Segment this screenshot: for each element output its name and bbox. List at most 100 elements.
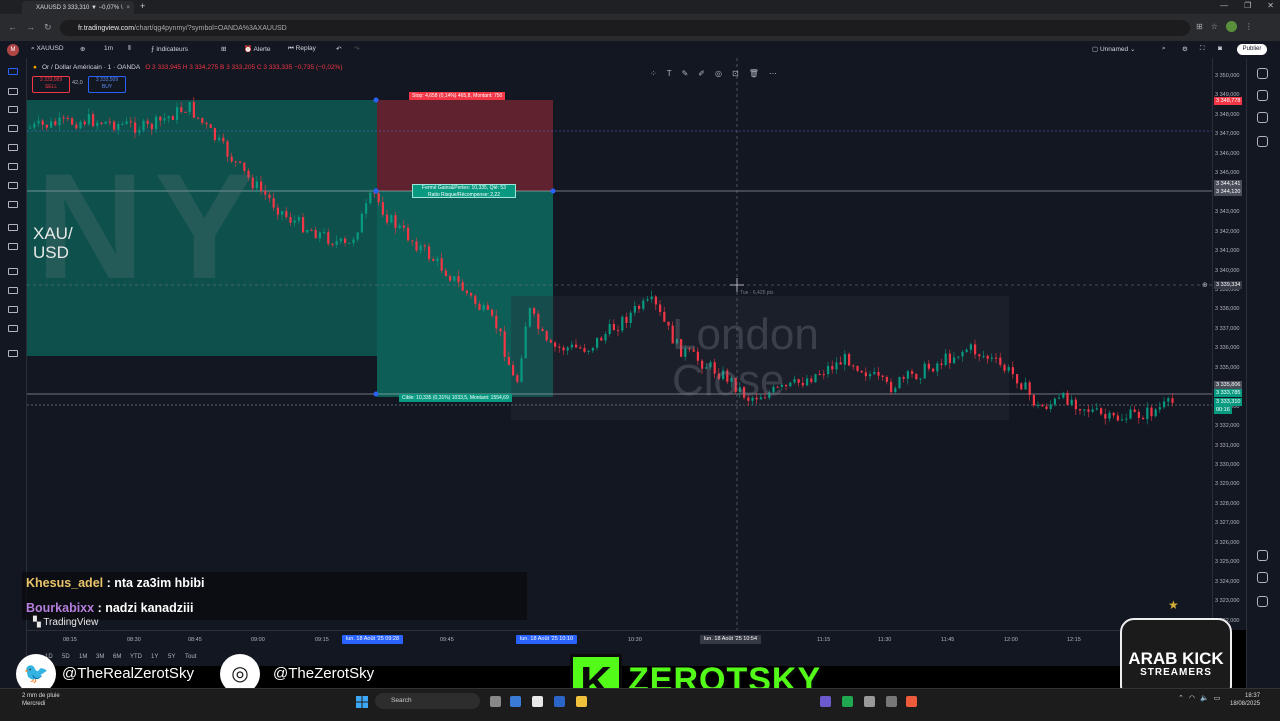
minimize-icon[interactable]: — <box>1220 1 1228 10</box>
alert-button[interactable]: ⏰ Alerte <box>244 45 271 53</box>
taskbar-clock[interactable]: 18:37 18/08/2025 <box>1230 692 1260 708</box>
taskbar-search[interactable]: Search <box>375 693 480 709</box>
calendar-icon[interactable] <box>1257 572 1268 583</box>
watchlist-icon[interactable] <box>1257 68 1268 79</box>
range-button[interactable]: 6M <box>113 654 121 660</box>
user-avatar[interactable]: M <box>7 44 19 56</box>
crosshair-plus-icon[interactable]: ⊕ <box>1202 281 1208 289</box>
chat-icon[interactable] <box>1257 136 1268 147</box>
file-explorer-icon[interactable] <box>576 696 587 707</box>
pencil-icon[interactable]: ✐ <box>698 69 705 78</box>
publish-button[interactable]: Publier <box>1237 44 1267 55</box>
bookmark-star-icon[interactable]: ☆ <box>1211 22 1218 31</box>
range-button[interactable]: YTD <box>130 654 142 660</box>
screenshot-camera-icon[interactable]: ◙ <box>1218 45 1222 52</box>
lock-drawing-tool-icon[interactable] <box>8 287 18 294</box>
wifi-icon[interactable]: ◠ <box>1189 694 1195 702</box>
profile-avatar[interactable] <box>1225 21 1237 32</box>
range-button[interactable]: 3M <box>96 654 104 660</box>
grid-icon[interactable]: ⁘ <box>650 69 657 78</box>
address-bar[interactable]: fr.tradingview.com/chart/qg4pynmy/?symbo… <box>60 20 1190 36</box>
text-icon[interactable]: T <box>667 69 672 78</box>
trendline-tool-icon[interactable] <box>8 88 18 95</box>
compare-add-icon[interactable]: ⊕ <box>80 45 85 53</box>
new-tab-button[interactable]: + <box>140 1 145 11</box>
magnet-tool-icon[interactable] <box>8 268 18 275</box>
price-tick: 3 332,000 <box>1215 423 1240 430</box>
pattern-tool-icon[interactable] <box>8 125 18 132</box>
close-tab-icon[interactable]: × <box>126 5 130 11</box>
maximize-icon[interactable]: ❐ <box>1244 1 1251 10</box>
discord-icon[interactable] <box>820 696 831 707</box>
apps-grid-icon[interactable] <box>1257 596 1268 607</box>
obs-icon[interactable] <box>864 696 875 707</box>
lock-icon[interactable]: ⊡ <box>732 69 739 78</box>
eye-icon[interactable]: ◎ <box>715 69 722 78</box>
forward-icon[interactable]: → <box>26 22 35 33</box>
take-profit-label[interactable]: Cible: 10,335 (0,31%) 1033,5, Montant: 1… <box>399 394 512 402</box>
range-button[interactable]: Tout <box>185 654 196 660</box>
sell-button[interactable]: 3 333,089 SELL <box>32 76 70 93</box>
brush-tool-icon[interactable] <box>8 163 18 170</box>
fib-tool-icon[interactable] <box>8 106 18 113</box>
chrome-browser-icon[interactable] <box>532 696 543 707</box>
undo-icon[interactable]: ↶ <box>336 45 341 53</box>
translate-icon[interactable]: ⊞ <box>1196 22 1203 31</box>
forecast-tool-icon[interactable] <box>8 144 18 151</box>
icon-tool-icon[interactable] <box>8 201 18 208</box>
crosshair-tool-icon[interactable] <box>8 68 18 75</box>
tray-chevron-icon[interactable]: ⌃ <box>1178 694 1184 702</box>
replay-button[interactable]: ⏮ Replay <box>288 45 316 53</box>
range-button[interactable]: 1M <box>79 654 87 660</box>
zoom-tool-icon[interactable] <box>8 243 18 250</box>
more-icon[interactable]: ⋯ <box>769 69 777 78</box>
candle-type-icon[interactable]: ⫴ <box>128 45 131 53</box>
reload-icon[interactable]: ↻ <box>44 22 52 33</box>
target-icon[interactable] <box>1257 550 1268 561</box>
weather-widget[interactable]: 2 mm de pluie Mercredi <box>22 692 60 708</box>
ruler-tool-icon[interactable] <box>8 224 18 231</box>
close-window-icon[interactable]: ✕ <box>1267 1 1274 10</box>
templates-icon[interactable]: ⊞ <box>221 45 226 53</box>
app-icon[interactable] <box>906 696 917 707</box>
legend-title[interactable]: Or / Dollar Américain · 1 · OANDA <box>42 64 140 71</box>
time-axis[interactable]: 08:15 08:30 08:45 09:00 09:15 09:45 10:30 11:15… <box>27 630 1212 651</box>
stop-loss-label[interactable]: Stop: 4,658 (0,14%) 465,8, Montant: 750 <box>409 92 506 100</box>
indicators-button[interactable]: ⨍ Indicateurs <box>151 45 188 53</box>
edge-browser-icon[interactable] <box>510 696 521 707</box>
trash-icon[interactable]: 🗑 <box>749 69 759 78</box>
windows-start-icon[interactable] <box>356 696 368 708</box>
trash-icon[interactable] <box>8 350 18 357</box>
buy-button[interactable]: 3 333,509 BUY <box>88 76 126 93</box>
text-tool-icon[interactable] <box>8 182 18 189</box>
browser-menu-icon[interactable]: ⋮ <box>1245 22 1253 31</box>
browser-tab[interactable]: XAUUSD 3 333,310 ▼ −0,07% \ × <box>22 1 134 14</box>
settings-icon[interactable] <box>886 696 897 707</box>
volume-icon[interactable]: 🔈 <box>1200 694 1209 702</box>
brush-icon[interactable]: ✎ <box>682 69 689 78</box>
settings-gear-icon[interactable]: ⚙ <box>1182 45 1188 53</box>
back-icon[interactable]: ← <box>8 22 17 33</box>
range-button[interactable]: 1Y <box>151 654 158 660</box>
symbol-search[interactable]: ⌕ XAUUSD <box>31 45 64 53</box>
app-icon[interactable] <box>554 696 565 707</box>
layout-button[interactable]: ▢ Unnamed ⌄ <box>1092 45 1135 53</box>
lock-icon[interactable] <box>8 306 18 313</box>
interval-button[interactable]: 1m <box>104 45 113 52</box>
visibility-eye-icon[interactable] <box>8 325 18 332</box>
range-button[interactable]: 5D <box>62 654 70 660</box>
app-icon[interactable] <box>842 696 853 707</box>
candle-body <box>402 225 405 228</box>
redo-icon[interactable]: ↷ <box>354 45 359 53</box>
candle-body <box>575 344 578 348</box>
fullscreen-icon[interactable]: ⛶ <box>1200 45 1205 53</box>
search-icon[interactable]: ⌕ <box>1162 45 1166 53</box>
candle-body <box>62 117 65 119</box>
task-view-icon[interactable] <box>490 696 501 707</box>
battery-icon[interactable]: ▭ <box>1214 694 1221 702</box>
layers-icon[interactable] <box>1257 112 1268 123</box>
trade-closed-label[interactable]: Fermé Gains&Pertes: 10,335, Qté: 53 Rati… <box>412 184 516 198</box>
price-axis[interactable]: 3 350,000 3 349,000 3 348,000 3 347,000 3 34… <box>1212 58 1246 630</box>
range-button[interactable]: 5Y <box>168 654 175 660</box>
alerts-clock-icon[interactable] <box>1257 90 1268 101</box>
